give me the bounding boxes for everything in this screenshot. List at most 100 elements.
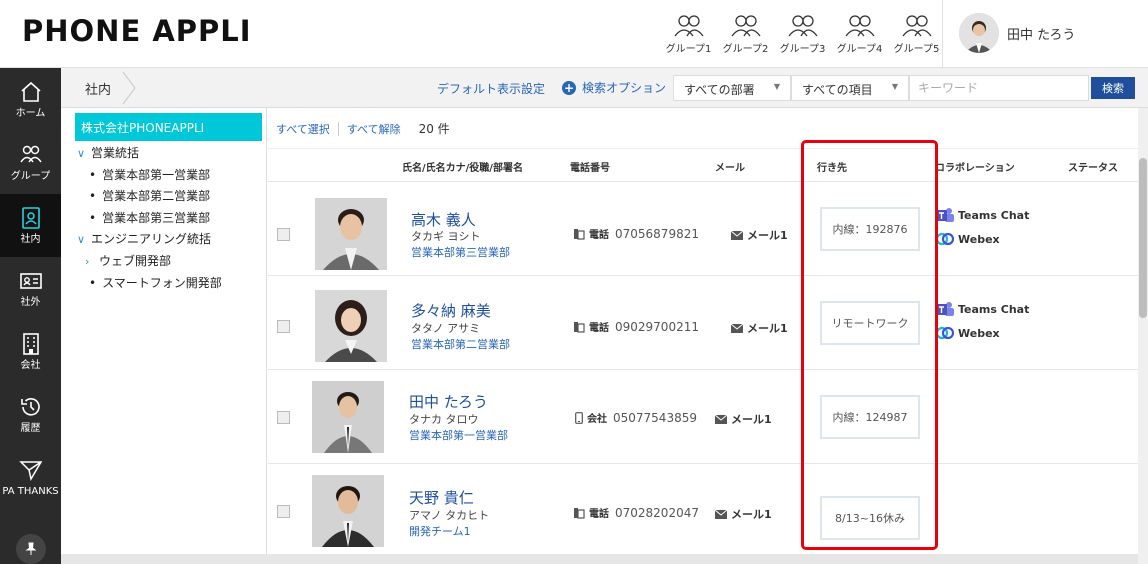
member-list: すべて選択 すべて解除 20 件 氏名/氏名カナ/役職/部署名 電話番号 メール… [268,108,1138,554]
horizontal-scrollbar[interactable] [61,554,1138,564]
deselect-all-link[interactable]: すべて解除 [347,121,401,137]
col-status[interactable]: ステータス [1068,159,1118,174]
nav-item-company[interactable]: 会社 [0,320,61,383]
caret-down-icon: ▼ [891,82,898,91]
tree-node-web[interactable]: › ウェブ開発部 [85,252,171,269]
id-card-icon [21,207,40,229]
nav-item-pa-thanks[interactable]: PA THANKS [0,446,61,509]
nav-label: 履歴 [20,423,41,434]
nav-item-group[interactable]: グループ [0,131,61,194]
member-dept[interactable]: 営業本部第三営業部 [411,244,510,260]
tree-leaf[interactable]: 営業本部第一営業部 [89,166,210,183]
tree-leaf[interactable]: スマートフォン開発部 [89,274,222,291]
group-button-1[interactable]: グループ1 [660,14,717,58]
row-checkbox[interactable] [277,505,290,518]
pin-button[interactable] [16,534,46,564]
member-photo[interactable] [315,198,387,270]
nav-item-internal[interactable]: 社内 [0,194,61,257]
user-menu[interactable]: 田中 たろう [942,0,1148,68]
department-select-value: すべての部署 [684,83,755,97]
table-row[interactable]: 田中 たろう タナカ タロウ 営業本部第一営業部 会社 05077543859 … [268,371,1138,464]
person-photo-icon [959,13,999,53]
group-button-2[interactable]: グループ2 [717,14,774,58]
mail-label: メール1 [731,508,772,521]
member-mail-link[interactable]: メール1 [715,411,772,427]
tree-leaf[interactable]: 営業本部第二営業部 [89,187,210,204]
tree-leaf[interactable]: 営業本部第三営業部 [89,209,210,226]
col-mail[interactable]: メール [715,159,745,174]
member-photo[interactable] [312,381,384,453]
col-phone[interactable]: 電話番号 [570,159,610,174]
default-view-link[interactable]: デフォルト表示設定 [437,80,545,97]
member-phone[interactable]: 電話 07028202047 [573,505,699,520]
nav-label: PA THANKS [2,486,59,497]
webex-link[interactable]: Webex [936,232,1000,246]
table-row[interactable]: 高木 義人 タカギ ヨシト 営業本部第三営業部 電話 07056879821 メ… [268,183,1138,276]
select-all-link[interactable]: すべて選択 [276,121,330,137]
group-label: グループ4 [836,44,883,55]
nav-item-external[interactable]: 社外 [0,257,61,320]
left-navigation: ホーム グループ 社内 社外 会社 履歴 PA THANKS [0,68,61,564]
people-icon [730,15,761,37]
breadcrumb[interactable]: 社内 [85,79,111,98]
member-photo[interactable] [312,475,384,547]
tree-root-company[interactable]: 株式会社PHONEAPPLI [75,113,262,141]
row-checkbox[interactable] [277,228,290,241]
member-dept[interactable]: 開発チーム1 [409,523,471,539]
chevron-down-icon[interactable]: ∨ [77,233,91,246]
column-header: 氏名/氏名カナ/役職/部署名 電話番号 メール 行き先 コラボレーション ステー… [268,148,1138,182]
people-icon [844,15,875,37]
scrollbar-thumb[interactable] [1139,158,1147,318]
member-phone[interactable]: 会社 05077543859 [575,410,697,425]
nav-label: ホーム [15,108,46,119]
phone-number: 05077543859 [613,410,697,425]
member-name[interactable]: 高木 義人 [411,209,476,230]
group-button-5[interactable]: グループ5 [888,14,945,58]
mail-label: メール1 [731,413,772,426]
member-name[interactable]: 天野 貴仁 [409,487,474,508]
item-select[interactable]: すべての項目 ▼ [791,75,909,101]
history-icon [20,398,40,416]
avatar[interactable] [959,13,999,53]
chevron-down-icon[interactable]: ∨ [77,147,91,160]
col-destination[interactable]: 行き先 [817,159,847,174]
member-name[interactable]: 多々納 麻美 [411,300,491,321]
row-checkbox[interactable] [277,411,290,424]
group-button-4[interactable]: グループ4 [831,14,888,58]
teams-chat-link[interactable]: Teams Chat [936,207,1029,223]
row-checkbox[interactable] [277,320,290,333]
col-name[interactable]: 氏名/氏名カナ/役職/部署名 [402,159,523,174]
business-card-icon [19,273,42,289]
tree-node-engineering[interactable]: ∨ エンジニアリング統括 [77,230,211,247]
desk-phone-icon [574,507,585,519]
member-dept[interactable]: 営業本部第二営業部 [411,336,510,352]
app-logo[interactable]: PHONE APPLI [22,14,252,48]
table-row[interactable]: 天野 貴仁 アマノ タカヒト 開発チーム1 電話 07028202047 メール… [268,465,1138,554]
nav-item-home[interactable]: ホーム [0,68,61,131]
member-kana: タタノ アサミ [411,322,481,335]
search-button[interactable]: 検索 [1091,77,1135,99]
member-name[interactable]: 田中 たろう [409,391,488,412]
member-phone[interactable]: 電話 09029700211 [573,319,699,334]
group-label: グループ5 [893,44,940,55]
col-collaboration[interactable]: コラボレーション [935,159,1015,174]
member-dept[interactable]: 営業本部第一営業部 [409,427,508,443]
keyword-input[interactable] [909,75,1089,101]
nav-item-history[interactable]: 履歴 [0,383,61,446]
vertical-scrollbar[interactable] [1138,108,1148,564]
tree-node-sales[interactable]: ∨ 営業統括 [77,144,139,161]
people-icon [901,15,932,37]
member-phone[interactable]: 電話 07056879821 [573,226,699,241]
member-mail-link[interactable]: メール1 [731,320,788,336]
teams-chat-link[interactable]: Teams Chat [936,301,1029,317]
nav-label: 社内 [20,234,41,245]
member-mail-link[interactable]: メール1 [731,227,788,243]
member-photo[interactable] [315,290,387,362]
webex-link[interactable]: Webex [936,326,1000,340]
member-mail-link[interactable]: メール1 [715,506,772,522]
search-options-button[interactable]: + 検索オプション [562,79,666,96]
table-row[interactable]: 多々納 麻美 タタノ アサミ 営業本部第二営業部 電話 09029700211 … [268,277,1138,370]
chevron-right-icon[interactable]: › [85,255,99,268]
group-button-3[interactable]: グループ3 [774,14,831,58]
department-select[interactable]: すべての部署 ▼ [673,75,791,101]
